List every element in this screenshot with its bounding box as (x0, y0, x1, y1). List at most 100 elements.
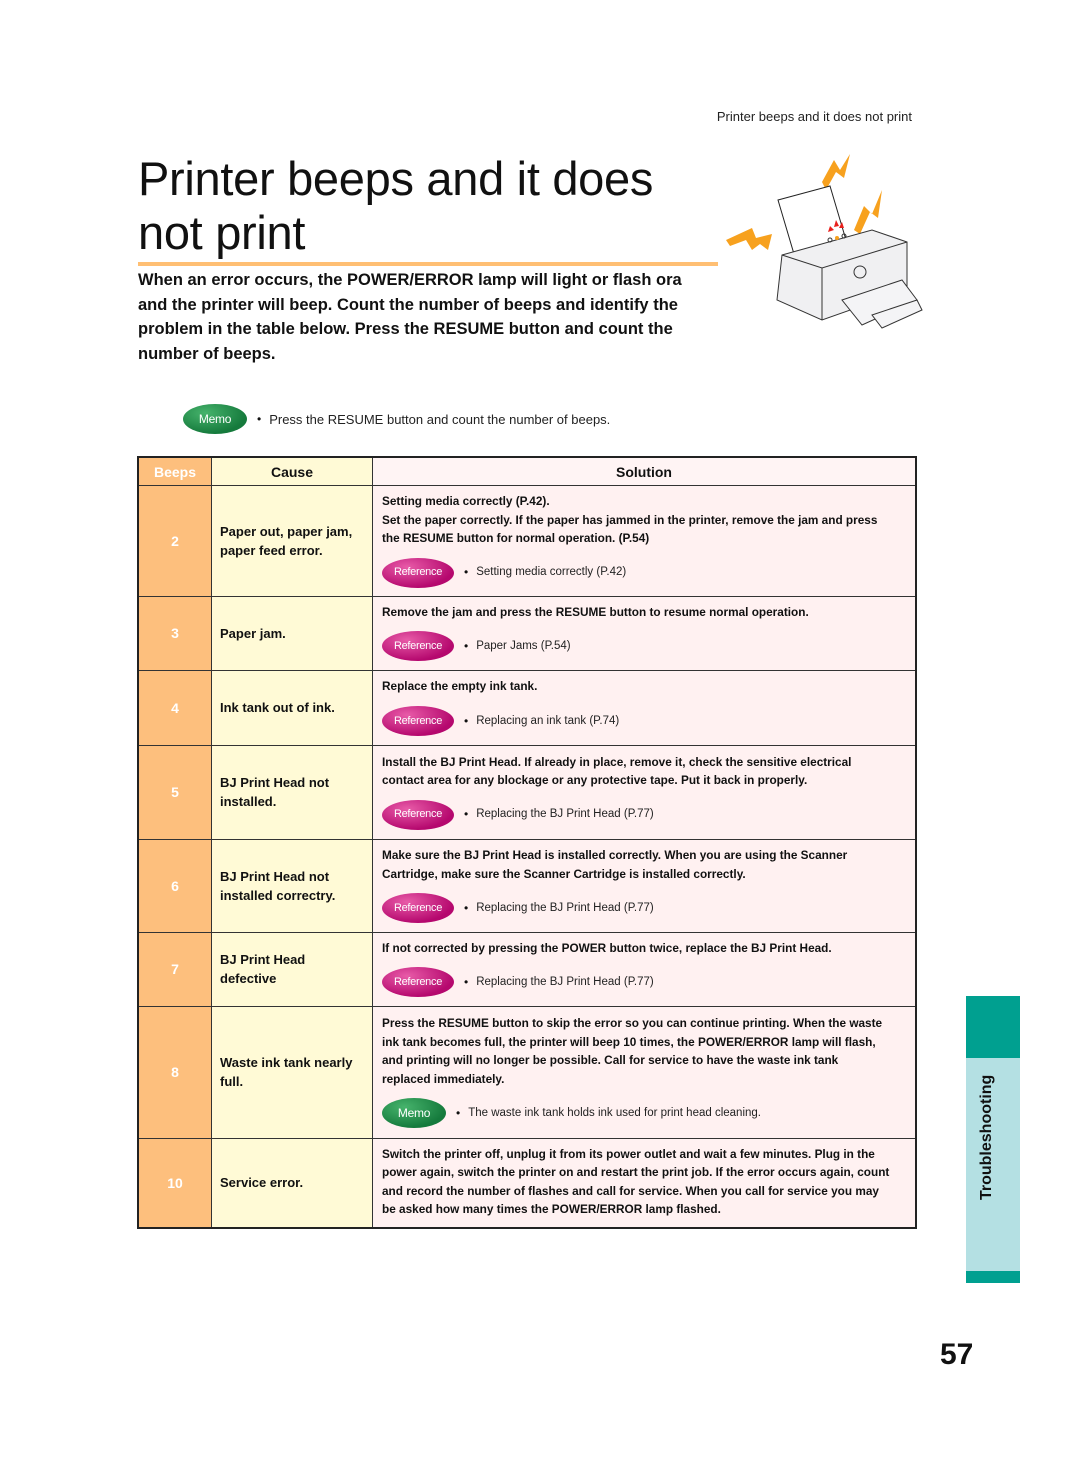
page-title-line-1: Printer beeps and it does (138, 152, 654, 205)
reference-badge: Reference (382, 893, 454, 923)
side-tab-bottom-block (966, 1271, 1020, 1283)
cause-line: Paper out, paper jam, (220, 523, 353, 539)
cause-line: installed correctry. (220, 887, 336, 903)
cause-cell: Paper out, paper jam, paper feed error. (211, 485, 373, 597)
beep-error-table: Beeps Cause Solution 2 Paper out, paper j… (137, 456, 917, 1229)
reference-note: Reference • Replacing an ink tank (P.74) (382, 705, 907, 736)
beep-count: 2 (137, 485, 212, 597)
reference-link[interactable]: Replacing the BJ Print Head (P.77) (476, 899, 654, 918)
solution-line: Switch the printer off, unplug it from i… (382, 1146, 875, 1161)
intro-line: number of beeps. (138, 344, 276, 363)
column-header-cause: Cause (211, 456, 373, 486)
table-row: 2 Paper out, paper jam, paper feed error. S… (137, 485, 917, 597)
solution-line: Set the paper correctly. If the paper ha… (382, 512, 878, 527)
reference-note: Reference • Replacing the BJ Print Head (P… (382, 893, 907, 923)
column-header-beeps: Beeps (137, 456, 212, 486)
solution-cell: If not corrected by pressing the POWER b… (372, 931, 917, 1007)
cause-line: BJ Print Head not (220, 868, 330, 884)
solution-line: the RESUME button for normal operation. … (382, 531, 650, 545)
beeping-printer-illustration (726, 154, 923, 329)
table-row: 7 BJ Print Head defective If not corrected … (137, 931, 917, 1007)
memo-note: Memo • The waste ink tank holds ink used f… (382, 1098, 907, 1128)
cause-line: BJ Print Head not (220, 775, 330, 790)
reference-badge: Reference (382, 557, 454, 588)
reference-link[interactable]: Replacing the BJ Print Head (P.77) (476, 805, 654, 824)
reference-link[interactable]: Setting media correctly (P.42) (476, 563, 626, 582)
memo-badge: Memo (382, 1098, 446, 1128)
table-body: 2 Paper out, paper jam, paper feed error. S… (137, 485, 917, 1228)
cause-cell: BJ Print Head not installed. (211, 744, 373, 840)
intro-paragraph: When an error occurs, the POWER/ERROR la… (138, 268, 738, 366)
beep-count: 3 (137, 595, 212, 671)
table-row: 10 Service error. Switch the printer off, … (137, 1137, 917, 1228)
memo-note: Memo • Press the RESUME button and count… (183, 404, 610, 434)
bullet: • (464, 807, 469, 822)
solution-line: Cartridge, make sure the Scanner Cartrid… (382, 866, 746, 881)
reference-link[interactable]: Paper Jams (P.54) (476, 637, 570, 656)
bullet: • (257, 412, 262, 426)
reference-note: Reference • Setting media correctly (P.42) (382, 557, 907, 588)
solution-line: Replace the empty ink tank. (382, 679, 538, 694)
solution-line: be asked how many times the POWER/ERROR … (382, 1202, 721, 1216)
cause-cell: Service error. (211, 1137, 373, 1228)
beep-count: 4 (137, 669, 212, 746)
solution-line: contact area for any blockage or any pro… (382, 773, 808, 787)
page-title: Printer beeps and it does not print (138, 152, 738, 260)
solution-line: and printing will no longer be possible.… (382, 1053, 839, 1067)
title-rule (138, 262, 718, 266)
column-header-solution: Solution (372, 456, 917, 486)
section-tab-troubleshooting[interactable]: Troubleshooting (966, 996, 1020, 1283)
bullet: • (464, 639, 469, 653)
cause-cell: Waste ink tank nearly full. (211, 1005, 373, 1139)
solution-line: ink tank becomes full, the printer will … (382, 1034, 876, 1049)
table-row: 5 BJ Print Head not installed. Install the … (137, 744, 917, 840)
table-row: 4 Ink tank out of ink. Replace the empty i… (137, 669, 917, 746)
solution-line: replaced immediately. (382, 1071, 505, 1086)
bullet: • (456, 1105, 461, 1120)
reference-link[interactable]: Replacing an ink tank (P.74) (476, 712, 619, 731)
table-row: 3 Paper jam. Remove the jam and press the … (137, 595, 917, 671)
memo-badge: Memo (183, 404, 247, 434)
bullet: • (464, 713, 469, 728)
reference-note: Reference • Paper Jams (P.54) (382, 631, 907, 662)
beep-count: 10 (137, 1137, 212, 1228)
reference-note: Reference • Replacing the BJ Print Head (P… (382, 799, 907, 830)
cause-cell: BJ Print Head not installed correctry. (211, 838, 373, 933)
cause-line: installed. (220, 794, 277, 809)
solution-line: If not corrected by pressing the POWER b… (382, 940, 832, 955)
reference-link[interactable]: Replacing the BJ Print Head (P.77) (476, 973, 654, 992)
reference-badge: Reference (382, 631, 454, 662)
cause-cell: Ink tank out of ink. (211, 669, 373, 746)
cause-line: Paper jam. (220, 625, 286, 641)
side-tab-top-block (966, 996, 1020, 1058)
cause-line: BJ Print Head (220, 952, 306, 967)
solution-cell: Switch the printer off, unplug it from i… (372, 1137, 917, 1228)
reference-badge: Reference (382, 799, 454, 830)
cause-line: paper feed error. (220, 542, 323, 558)
cause-line: Waste ink tank nearly (220, 1055, 353, 1070)
table-header-row: Beeps Cause Solution (137, 456, 917, 486)
table-row: 8 Waste ink tank nearly full. Press the RES… (137, 1005, 917, 1139)
cause-cell: Paper jam. (211, 595, 373, 671)
beep-count: 7 (137, 931, 212, 1007)
solution-cell: Replace the empty ink tank. Reference • Rep… (372, 669, 917, 746)
table-row: 6 BJ Print Head not installed correctry. Ma… (137, 838, 917, 933)
intro-line: problem in the table below. Press the RE… (138, 320, 673, 338)
beep-count: 6 (137, 838, 212, 933)
beep-count: 5 (137, 744, 212, 840)
solution-line: and record the number of flashes and cal… (382, 1183, 879, 1198)
cause-line: Service error. (220, 1175, 304, 1190)
solution-cell: Setting media correctly (P.42). Set the p… (372, 485, 917, 597)
intro-line: When an error occurs, the POWER/ERROR la… (138, 271, 682, 289)
solution-cell: Remove the jam and press the RESUME butt… (372, 595, 917, 671)
cause-cell: BJ Print Head defective (211, 931, 373, 1007)
solution-line: Setting media correctly (P.42). (382, 494, 550, 508)
reference-link[interactable]: The waste ink tank holds ink used for pr… (468, 1104, 761, 1123)
reference-note: Reference • Replacing the BJ Print Head (P… (382, 967, 907, 998)
solution-line: power again, switch the printer on and r… (382, 1165, 890, 1179)
side-tab-label: Troubleshooting (978, 1074, 995, 1200)
solution-cell: Install the BJ Print Head. If already in… (372, 744, 917, 840)
solution-line: Remove the jam and press the RESUME butt… (382, 604, 809, 619)
page-number: 57 (940, 1338, 974, 1371)
solution-line: Make sure the BJ Print Head is installed… (382, 848, 848, 862)
